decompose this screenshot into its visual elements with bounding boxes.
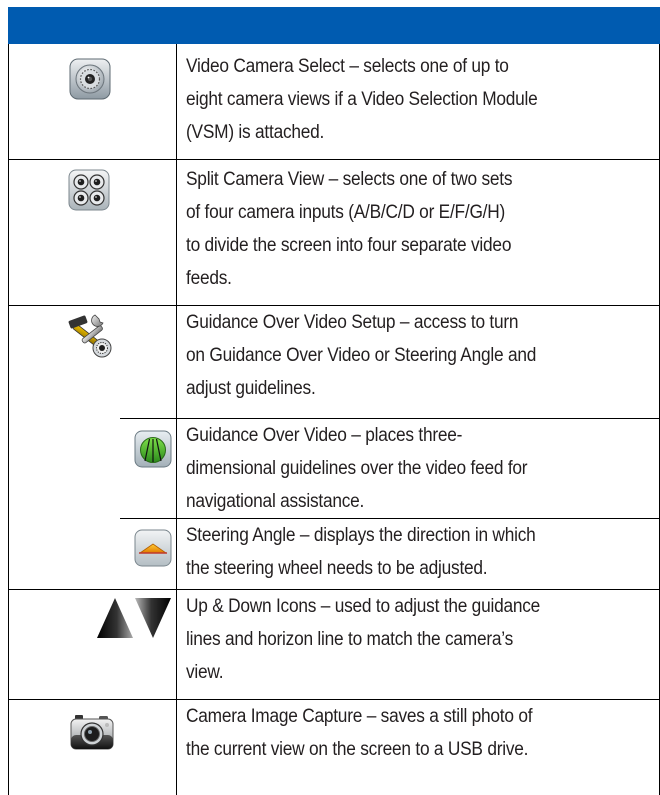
up-down-icons (95, 596, 173, 645)
description-line: of four camera inputs (A/B/C/D or E/F/G/… (186, 202, 506, 223)
table-left-border (8, 44, 9, 795)
row-description: Camera Image Capture – saves a still pho… (186, 700, 610, 766)
description-line: the current view on the screen to a USB … (186, 739, 529, 760)
description-line: navigational assistance. (186, 491, 365, 512)
description-line: Guidance Over Video – places three- (186, 425, 463, 446)
description-line: to divide the screen into four separate … (186, 235, 512, 256)
up-arrow-icon (97, 598, 133, 638)
guidance-over-video-icon (134, 430, 172, 473)
description-line: feeds. (186, 268, 232, 289)
row-separator (8, 159, 660, 160)
description-line: view. (186, 662, 224, 683)
description-line: on Guidance Over Video or Steering Angle… (186, 345, 537, 366)
description-line: Camera Image Capture – saves a still pho… (186, 706, 533, 727)
row-description: Guidance Over Video Setup – access to tu… (186, 306, 610, 405)
description-line: lines and horizon line to match the came… (186, 629, 514, 650)
row-description: Guidance Over Video – places three- dime… (186, 419, 610, 518)
description-line: Guidance Over Video Setup – access to tu… (186, 312, 519, 333)
down-arrow-icon (135, 598, 171, 638)
column-divider (176, 589, 177, 795)
guidance-over-video-setup-icon (67, 312, 115, 365)
row-description: Up & Down Icons – used to adjust the gui… (186, 590, 610, 689)
steering-angle-icon (134, 529, 172, 572)
column-divider-sub (176, 382, 177, 589)
column-divider (176, 44, 177, 382)
description-line: Split Camera View – selects one of two s… (186, 169, 513, 190)
row-description: Steering Angle – displays the direction … (186, 519, 610, 585)
description-line: Steering Angle – displays the direction … (186, 525, 536, 546)
split-camera-view-icon (68, 169, 110, 216)
description-line: (VSM) is attached. (186, 122, 325, 143)
description-line: adjust guidelines. (186, 378, 316, 399)
row-description: Video Camera Select – selects one of up … (186, 50, 610, 149)
description-line: eight camera views if a Video Selection … (186, 89, 538, 110)
icon-description-table: Video Camera Select – selects one of up … (0, 0, 660, 795)
description-line: Up & Down Icons – used to adjust the gui… (186, 596, 541, 617)
video-camera-select-icon (69, 58, 111, 105)
description-line: the steering wheel needs to be adjusted. (186, 558, 488, 579)
description-line: Video Camera Select – selects one of up … (186, 56, 509, 77)
description-line: dimensional guidelines over the video fe… (186, 458, 528, 479)
row-description: Split Camera View – selects one of two s… (186, 163, 610, 295)
camera-image-capture-icon (69, 713, 115, 756)
table-header (8, 7, 660, 44)
